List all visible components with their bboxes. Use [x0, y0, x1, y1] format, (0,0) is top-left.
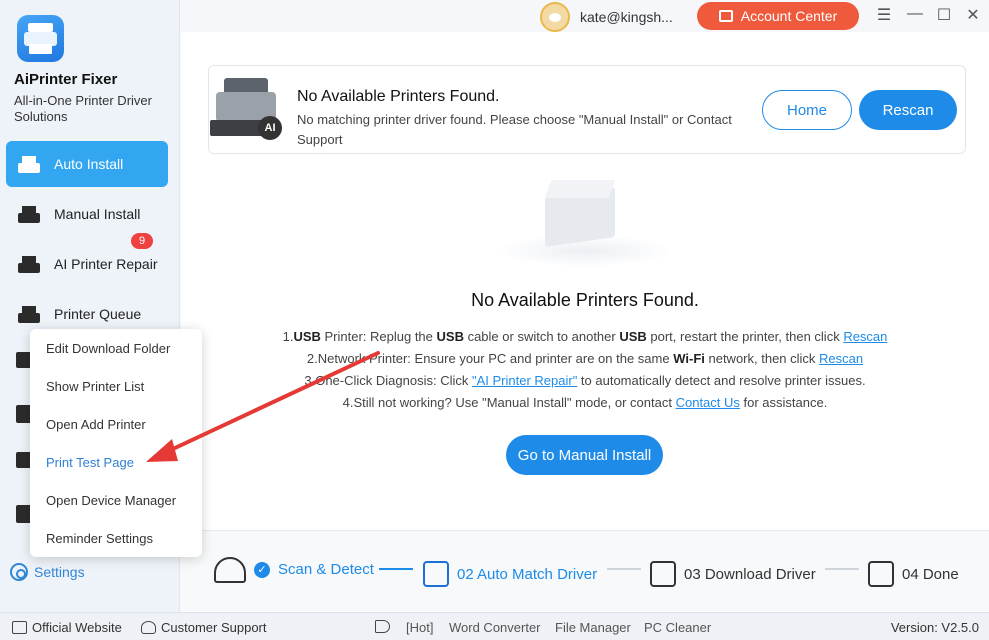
- monitor-icon: [12, 621, 27, 634]
- avatar: [540, 2, 570, 32]
- bold-text: USB: [293, 329, 321, 344]
- user-account[interactable]: kate@kingsh...: [540, 2, 673, 32]
- line-text: cable or switch to another: [463, 329, 620, 344]
- app-name: AiPrinter Fixer: [14, 71, 118, 88]
- troubleshooting-line: 1.USB Printer: Replug the USB cable or s…: [200, 326, 970, 348]
- step-label: Scan & Detect: [278, 561, 374, 578]
- step-label: 02 Auto Match Driver: [457, 565, 598, 583]
- step-scan-detect: ✓ Scan & Detect: [254, 561, 374, 578]
- banner-description: No matching printer driver found. Please…: [297, 112, 732, 147]
- troubleshooting-steps: 1.USB Printer: Replug the USB cable or s…: [200, 326, 970, 414]
- sidebar-item-label: Auto Install: [54, 156, 124, 172]
- step-download-driver: 03 Download Driver: [650, 561, 816, 587]
- check-icon: ✓: [254, 561, 270, 578]
- line-text: 3.One-Click Diagnosis: Click: [304, 373, 472, 388]
- manual-install-icon: [16, 201, 46, 227]
- footer: Official Website Customer Support [Hot] …: [0, 612, 989, 640]
- step-done: 04 Done: [868, 561, 959, 587]
- menu-icon[interactable]: ☰: [874, 5, 894, 25]
- customer-support-link[interactable]: Customer Support: [141, 620, 267, 635]
- star-document-icon: [423, 561, 449, 587]
- line-text: port, restart the printer, then click: [646, 329, 844, 344]
- pc-cleaner-link[interactable]: PC Cleaner: [644, 620, 711, 635]
- banner-title: No Available Printers Found.: [297, 88, 500, 105]
- notification-badge: 9: [131, 233, 153, 249]
- inline-link[interactable]: Rescan: [843, 329, 887, 344]
- customer-support-label: Customer Support: [161, 620, 267, 635]
- sidebar-item-auto-install[interactable]: Auto Install: [6, 141, 168, 187]
- step-auto-match: 02 Auto Match Driver: [423, 561, 597, 587]
- settings-label: Settings: [34, 564, 85, 580]
- step-label: 04 Done: [902, 565, 959, 583]
- sidebar-item-manual-install[interactable]: Manual Install: [6, 191, 168, 237]
- line-text: Printer: Replug the: [320, 329, 437, 344]
- gear-icon: [10, 563, 28, 581]
- context-menu: Edit Download Folder Show Printer List O…: [30, 329, 202, 557]
- sidebar-item-label: Manual Install: [54, 206, 141, 222]
- menu-item-open-device-manager[interactable]: Open Device Manager: [46, 493, 176, 508]
- download-printer-icon: [16, 151, 46, 177]
- menu-item-open-add-printer[interactable]: Open Add Printer: [46, 417, 146, 432]
- app-subtitle: All-in-One Printer Driver Solutions: [14, 93, 152, 124]
- ai-repair-icon: [16, 251, 46, 277]
- bag-icon: [718, 10, 733, 22]
- minimize-icon[interactable]: —: [905, 5, 925, 23]
- word-converter-link[interactable]: Word Converter: [449, 620, 541, 635]
- menu-item-show-printer-list[interactable]: Show Printer List: [46, 379, 144, 394]
- menu-item-reminder-settings[interactable]: Reminder Settings: [46, 531, 153, 546]
- inline-link[interactable]: Rescan: [819, 351, 863, 366]
- file-manager-link[interactable]: File Manager: [555, 620, 631, 635]
- menu-item-edit-download-folder[interactable]: Edit Download Folder: [46, 341, 170, 356]
- line-text: 2.Network Printer: Ensure your PC and pr…: [306, 351, 674, 366]
- step-connector: [607, 568, 641, 570]
- troubleshooting-line: 4.Still not working? Use "Manual Install…: [200, 392, 970, 414]
- inline-link[interactable]: Contact Us: [676, 395, 740, 410]
- ai-printer-icon: AI: [210, 72, 288, 142]
- bold-text: USB: [619, 329, 647, 344]
- sidebar-item-label: AI Printer Repair: [54, 256, 158, 272]
- rescan-button[interactable]: Rescan: [859, 90, 957, 130]
- line-text: 4.Still not working? Use "Manual Install…: [342, 395, 676, 410]
- close-icon[interactable]: ✕: [963, 5, 983, 25]
- troubleshooting-line: 2.Network Printer: Ensure your PC and pr…: [200, 348, 970, 370]
- hot-tag: [Hot]: [406, 620, 434, 635]
- bold-text: USB: [436, 329, 464, 344]
- printer-download-icon: [650, 561, 676, 587]
- printer-check-icon: [868, 561, 894, 587]
- account-center-button[interactable]: Account Center: [697, 2, 859, 30]
- version-label: Version: V2.5.0: [890, 620, 979, 635]
- user-email: kate@kingsh...: [580, 9, 673, 25]
- line-text: network, then click: [704, 351, 820, 366]
- bold-text: Wi-Fi: [673, 351, 705, 366]
- inline-link[interactable]: "AI Printer Repair": [472, 373, 577, 388]
- account-center-label: Account Center: [740, 8, 838, 24]
- line-text: 1.: [282, 329, 294, 344]
- home-button[interactable]: Home: [762, 90, 852, 130]
- line-text: for assistance.: [739, 395, 828, 410]
- headset-icon: [141, 621, 156, 634]
- hot-section: [375, 620, 395, 633]
- step-connector: [825, 568, 859, 570]
- megaphone-icon: [375, 620, 390, 633]
- step-label: 03 Download Driver: [684, 565, 816, 583]
- gauge-icon: [214, 557, 246, 583]
- menu-item-print-test-page[interactable]: Print Test Page: [46, 455, 134, 470]
- empty-state-title: No Available Printers Found.: [471, 290, 699, 310]
- settings-button[interactable]: Settings: [10, 563, 85, 581]
- empty-box-icon: [500, 180, 670, 270]
- step-connector: [379, 568, 413, 570]
- official-website-label: Official Website: [32, 620, 122, 635]
- official-website-link[interactable]: Official Website: [12, 620, 122, 635]
- maximize-icon[interactable]: ☐: [934, 5, 954, 25]
- troubleshooting-line: 3.One-Click Diagnosis: Click "AI Printer…: [200, 370, 970, 392]
- go-to-manual-install-button[interactable]: Go to Manual Install: [506, 435, 663, 475]
- app-logo-icon: [17, 15, 64, 62]
- line-text: to automatically detect and resolve prin…: [577, 373, 866, 388]
